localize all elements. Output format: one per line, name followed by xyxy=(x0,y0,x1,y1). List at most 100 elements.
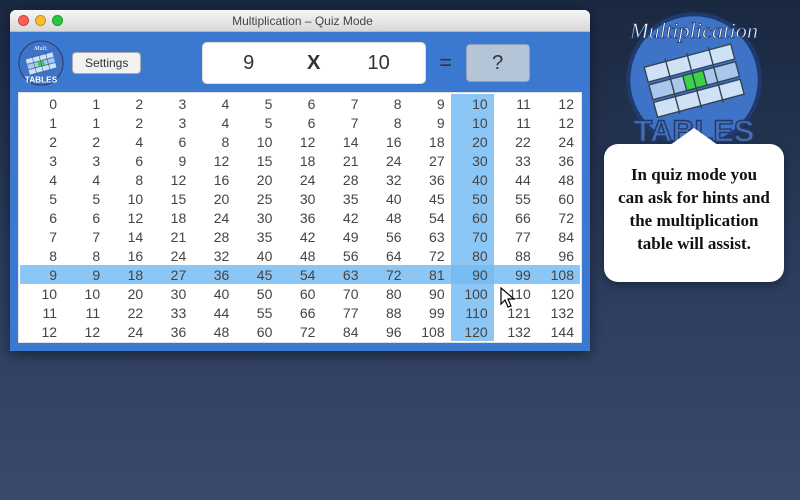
table-cell[interactable]: 4 xyxy=(63,170,106,189)
table-cell[interactable]: 24 xyxy=(106,322,149,341)
table-cell[interactable]: 36 xyxy=(537,151,580,170)
table-row[interactable]: 1123456789101112 xyxy=(20,113,580,132)
table-cell[interactable]: 20 xyxy=(235,170,278,189)
table-row[interactable]: 771421283542495663707784 xyxy=(20,227,580,246)
table-cell[interactable]: 120 xyxy=(537,284,580,303)
table-row[interactable]: 661218243036424854606672 xyxy=(20,208,580,227)
table-cell[interactable]: 70 xyxy=(321,284,364,303)
table-cell[interactable]: 66 xyxy=(278,303,321,322)
table-cell[interactable]: 18 xyxy=(106,265,149,284)
table-cell[interactable]: 6 xyxy=(106,151,149,170)
table-cell[interactable]: 36 xyxy=(192,265,235,284)
table-cell[interactable]: 72 xyxy=(537,208,580,227)
table-cell[interactable]: 9 xyxy=(63,265,106,284)
table-cell[interactable]: 32 xyxy=(192,246,235,265)
table-cell[interactable]: 132 xyxy=(494,322,537,341)
table-cell[interactable]: 16 xyxy=(365,132,408,151)
table-cell[interactable]: 11 xyxy=(494,94,537,113)
table-cell[interactable]: 96 xyxy=(365,322,408,341)
table-cell[interactable]: 8 xyxy=(106,170,149,189)
table-row[interactable]: 11112233445566778899110121132 xyxy=(20,303,580,322)
table-cell[interactable]: 28 xyxy=(321,170,364,189)
table-cell[interactable]: 44 xyxy=(494,170,537,189)
table-cell[interactable]: 0 xyxy=(20,94,63,113)
table-cell[interactable]: 21 xyxy=(149,227,192,246)
table-cell[interactable]: 1 xyxy=(20,113,63,132)
table-cell[interactable]: 14 xyxy=(106,227,149,246)
table-cell[interactable]: 63 xyxy=(321,265,364,284)
table-row[interactable]: 0123456789101112 xyxy=(20,94,580,113)
table-cell[interactable]: 28 xyxy=(192,227,235,246)
table-cell[interactable]: 42 xyxy=(321,208,364,227)
table-cell[interactable]: 24 xyxy=(365,151,408,170)
table-cell[interactable]: 66 xyxy=(494,208,537,227)
table-cell[interactable]: 16 xyxy=(106,246,149,265)
table-cell[interactable]: 100 xyxy=(451,284,494,303)
table-cell[interactable]: 5 xyxy=(235,113,278,132)
table-row[interactable]: 224681012141618202224 xyxy=(20,132,580,151)
table-cell[interactable]: 40 xyxy=(365,189,408,208)
table-cell[interactable]: 120 xyxy=(451,322,494,341)
table-row[interactable]: 44812162024283236404448 xyxy=(20,170,580,189)
table-cell[interactable]: 7 xyxy=(321,94,364,113)
table-cell[interactable]: 10 xyxy=(451,94,494,113)
table-cell[interactable]: 16 xyxy=(192,170,235,189)
table-cell[interactable]: 40 xyxy=(192,284,235,303)
table-cell[interactable]: 72 xyxy=(365,265,408,284)
table-cell[interactable]: 24 xyxy=(149,246,192,265)
table-cell[interactable]: 18 xyxy=(408,132,451,151)
table-cell[interactable]: 48 xyxy=(278,246,321,265)
table-cell[interactable]: 3 xyxy=(149,113,192,132)
table-row[interactable]: 551015202530354045505560 xyxy=(20,189,580,208)
table-cell[interactable]: 1 xyxy=(63,94,106,113)
table-cell[interactable]: 6 xyxy=(63,208,106,227)
table-cell[interactable]: 21 xyxy=(321,151,364,170)
table-cell[interactable]: 7 xyxy=(321,113,364,132)
table-cell[interactable]: 90 xyxy=(451,265,494,284)
table-cell[interactable]: 2 xyxy=(63,132,106,151)
table-cell[interactable]: 36 xyxy=(149,322,192,341)
table-cell[interactable]: 64 xyxy=(365,246,408,265)
table-cell[interactable]: 110 xyxy=(451,303,494,322)
table-cell[interactable]: 9 xyxy=(149,151,192,170)
table-cell[interactable]: 11 xyxy=(494,113,537,132)
table-cell[interactable]: 20 xyxy=(106,284,149,303)
table-cell[interactable]: 50 xyxy=(235,284,278,303)
table-cell[interactable]: 40 xyxy=(235,246,278,265)
table-cell[interactable]: 9 xyxy=(408,94,451,113)
table-cell[interactable]: 6 xyxy=(149,132,192,151)
table-cell[interactable]: 90 xyxy=(408,284,451,303)
table-cell[interactable]: 88 xyxy=(494,246,537,265)
table-cell[interactable]: 144 xyxy=(537,322,580,341)
table-cell[interactable]: 121 xyxy=(494,303,537,322)
table-row[interactable]: 881624324048566472808896 xyxy=(20,246,580,265)
table-cell[interactable]: 25 xyxy=(235,189,278,208)
table-cell[interactable]: 14 xyxy=(321,132,364,151)
zoom-icon[interactable] xyxy=(52,15,63,26)
table-cell[interactable]: 30 xyxy=(451,151,494,170)
table-cell[interactable]: 32 xyxy=(365,170,408,189)
multiplication-table[interactable]: 0123456789101112112345678910111222468101… xyxy=(20,94,580,341)
table-cell[interactable]: 10 xyxy=(451,113,494,132)
table-cell[interactable]: 5 xyxy=(63,189,106,208)
table-cell[interactable]: 22 xyxy=(106,303,149,322)
table-cell[interactable]: 7 xyxy=(20,227,63,246)
equation-answer[interactable]: ? xyxy=(466,44,530,82)
table-cell[interactable]: 45 xyxy=(235,265,278,284)
table-cell[interactable]: 10 xyxy=(20,284,63,303)
table-cell[interactable]: 1 xyxy=(63,113,106,132)
table-cell[interactable]: 56 xyxy=(365,227,408,246)
titlebar[interactable]: Multiplication – Quiz Mode xyxy=(10,10,590,32)
table-cell[interactable]: 10 xyxy=(106,189,149,208)
table-cell[interactable]: 15 xyxy=(235,151,278,170)
table-cell[interactable]: 132 xyxy=(537,303,580,322)
table-cell[interactable]: 12 xyxy=(63,322,106,341)
table-row[interactable]: 3369121518212427303336 xyxy=(20,151,580,170)
table-row[interactable]: 10102030405060708090100110120 xyxy=(20,284,580,303)
table-cell[interactable]: 3 xyxy=(149,94,192,113)
table-cell[interactable]: 12 xyxy=(537,94,580,113)
minimize-icon[interactable] xyxy=(35,15,46,26)
table-cell[interactable]: 48 xyxy=(192,322,235,341)
table-cell[interactable]: 24 xyxy=(537,132,580,151)
table-cell[interactable]: 63 xyxy=(408,227,451,246)
